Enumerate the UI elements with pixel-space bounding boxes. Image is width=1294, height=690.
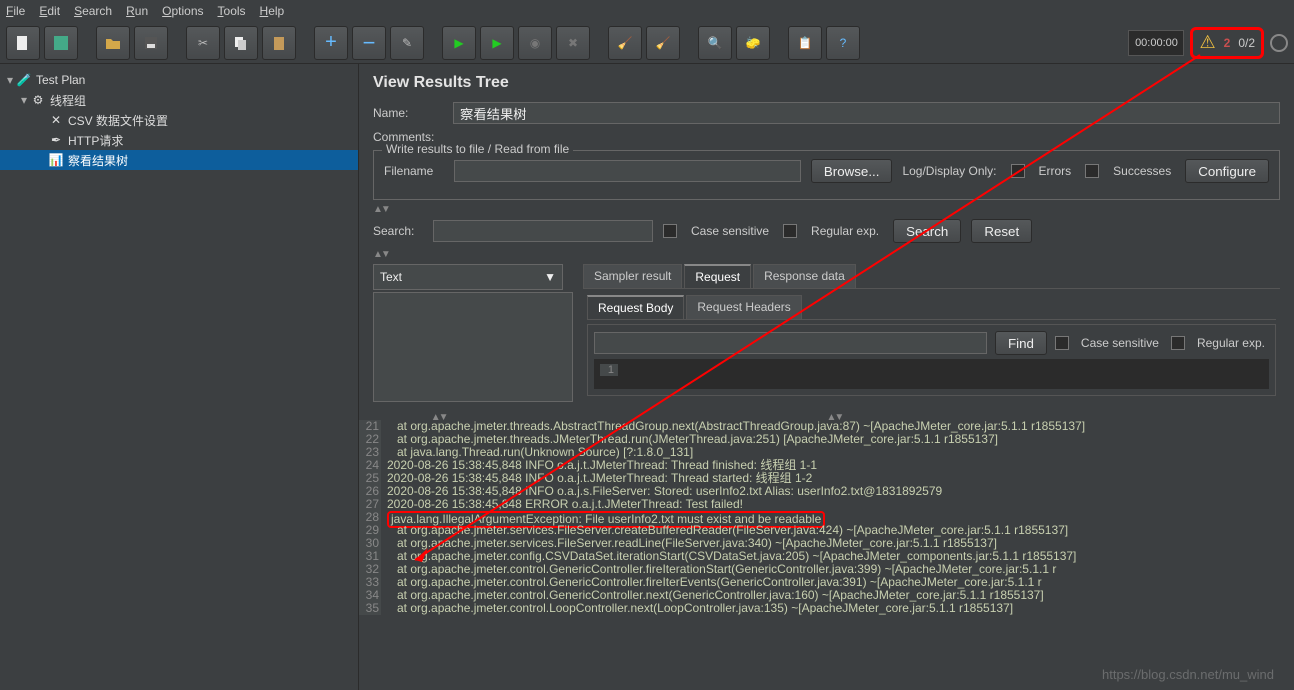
result-tabs: Sampler result Request Response data	[583, 264, 1280, 289]
tree-node-csv-config[interactable]: ✕CSV 数据文件设置	[0, 110, 358, 130]
error-counter-area[interactable]: ⚠ 2 0/2	[1190, 27, 1264, 59]
errors-checkbox[interactable]	[1011, 164, 1025, 178]
tab-response-data[interactable]: Response data	[753, 264, 856, 288]
results-list[interactable]	[373, 292, 573, 402]
find-button[interactable]: Find	[995, 331, 1047, 355]
collapse-icon[interactable]: −	[352, 26, 386, 60]
search-label: Search:	[373, 224, 423, 238]
menu-help[interactable]: Help	[260, 4, 285, 18]
tree-node-test-plan[interactable]: ▾🧪Test Plan	[0, 70, 358, 90]
filename-label: Filename	[384, 164, 444, 178]
elapsed-timer: 00:00:00	[1128, 30, 1184, 56]
open-icon[interactable]	[96, 26, 130, 60]
collapse-arrows[interactable]: ▲▼	[373, 204, 1280, 215]
log-display-label: Log/Display Only:	[902, 164, 996, 178]
panel-title: View Results Tree	[373, 74, 1280, 92]
error-count: 2	[1224, 36, 1231, 50]
toggle-icon[interactable]: ✎	[390, 26, 424, 60]
tree-node-http-request[interactable]: ✒HTTP请求	[0, 130, 358, 150]
menu-search[interactable]: Search	[74, 4, 112, 18]
find-regex-checkbox[interactable]	[1171, 336, 1185, 350]
regex-checkbox[interactable]	[783, 224, 797, 238]
menu-edit[interactable]: Edit	[39, 4, 60, 18]
save-icon[interactable]	[134, 26, 168, 60]
thread-ratio: 0/2	[1238, 36, 1255, 50]
configure-button[interactable]: Configure	[1185, 159, 1269, 183]
filename-input[interactable]	[454, 160, 801, 182]
copy-icon[interactable]	[224, 26, 258, 60]
reset-search-icon[interactable]: 🧽	[736, 26, 770, 60]
log-panel[interactable]: 21 at org.apache.jmeter.threads.Abstract…	[359, 420, 1294, 690]
tree-node-view-results[interactable]: 📊察看结果树	[0, 150, 358, 170]
search-icon[interactable]: 🔍	[698, 26, 732, 60]
menu-tools[interactable]: Tools	[218, 4, 246, 18]
test-plan-tree[interactable]: ▾🧪Test Plan ▾⚙线程组 ✕CSV 数据文件设置 ✒HTTP请求 📊察…	[0, 64, 359, 690]
request-subtabs: Request Body Request Headers	[587, 295, 1276, 320]
renderer-dropdown[interactable]: Text▼	[373, 264, 563, 290]
clear-all-icon[interactable]: 🧹	[646, 26, 680, 60]
stop-icon[interactable]: ◉	[518, 26, 552, 60]
name-input[interactable]	[453, 102, 1280, 124]
new-icon[interactable]	[6, 26, 40, 60]
name-label: Name:	[373, 106, 453, 120]
tab-sampler-result[interactable]: Sampler result	[583, 264, 682, 288]
tab-request-body[interactable]: Request Body	[587, 295, 684, 319]
write-results-fieldset: Write results to file / Read from file F…	[373, 150, 1280, 200]
expand-icon[interactable]: +	[314, 26, 348, 60]
collapse-arrows-2[interactable]: ▲▼	[373, 249, 1280, 260]
find-input[interactable]	[594, 332, 987, 354]
function-helper-icon[interactable]: 📋	[788, 26, 822, 60]
browse-button[interactable]: Browse...	[811, 159, 893, 183]
globe-icon[interactable]	[1270, 34, 1288, 52]
tab-request-headers[interactable]: Request Headers	[686, 295, 801, 319]
toolbar: ✂ + − ✎ ▶ ▶ ◉ ✖ 🧹 🧹 🔍 🧽 📋 ? 00:00:00 ⚠ 2…	[0, 22, 1294, 64]
templates-icon[interactable]	[44, 26, 78, 60]
menubar: File Edit Search Run Options Tools Help	[0, 0, 1294, 22]
paste-icon[interactable]	[262, 26, 296, 60]
menu-file[interactable]: File	[6, 4, 25, 18]
cut-icon[interactable]: ✂	[186, 26, 220, 60]
request-body-editor[interactable]: 1	[594, 359, 1269, 389]
find-case-checkbox[interactable]	[1055, 336, 1069, 350]
tree-node-thread-group[interactable]: ▾⚙线程组	[0, 90, 358, 110]
reset-button[interactable]: Reset	[971, 219, 1032, 243]
menu-options[interactable]: Options	[162, 4, 203, 18]
tab-request[interactable]: Request	[684, 264, 751, 288]
menu-run[interactable]: Run	[126, 4, 148, 18]
warning-icon: ⚠	[1199, 32, 1215, 53]
watermark: https://blog.csdn.net/mu_wind	[1102, 667, 1274, 682]
start-no-timers-icon[interactable]: ▶	[480, 26, 514, 60]
search-button[interactable]: Search	[893, 219, 961, 243]
search-input[interactable]	[433, 220, 653, 242]
case-sensitive-checkbox[interactable]	[663, 224, 677, 238]
clear-icon[interactable]: 🧹	[608, 26, 642, 60]
shutdown-icon[interactable]: ✖	[556, 26, 590, 60]
help-icon[interactable]: ?	[826, 26, 860, 60]
start-icon[interactable]: ▶	[442, 26, 476, 60]
log-splitter[interactable]: ▲▼▲▼	[359, 412, 1294, 420]
successes-checkbox[interactable]	[1085, 164, 1099, 178]
